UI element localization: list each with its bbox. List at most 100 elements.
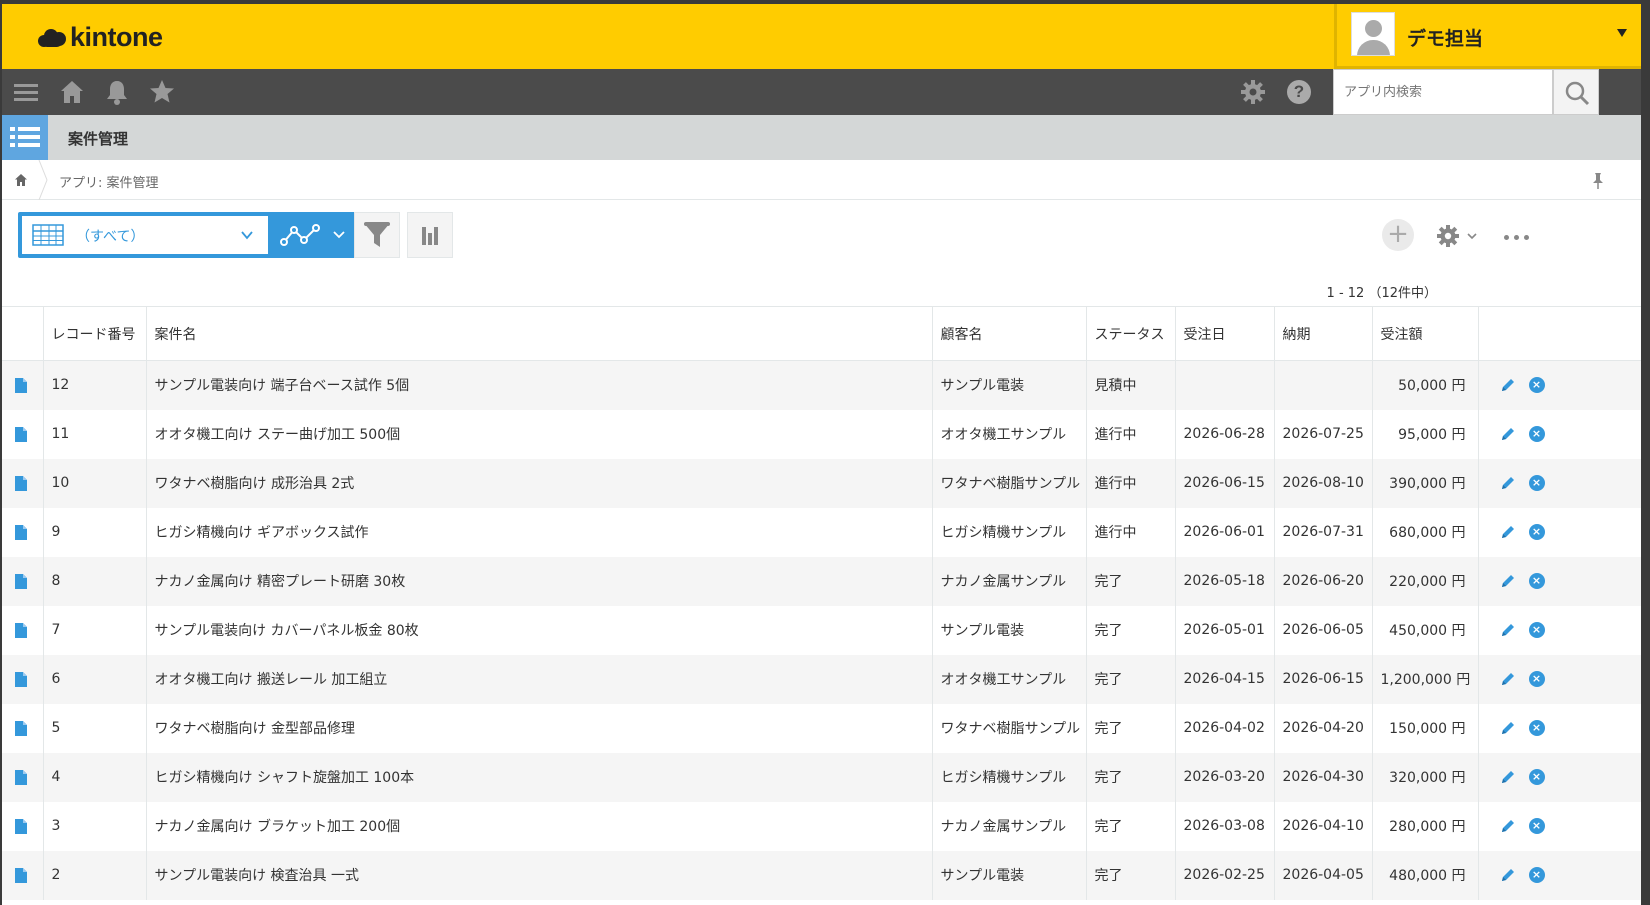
cell-status: 完了 <box>1086 605 1176 655</box>
records-table: レコード番号 案件名 顧客名 ステータス 受注日 納期 受注額 12 サンプル電装… <box>2 306 1641 900</box>
cell-amount: 220,000 円 <box>1372 556 1479 606</box>
avatar <box>1351 12 1395 56</box>
record-detail-link[interactable] <box>2 654 44 704</box>
cell-order-date: 2026-02-25 <box>1175 850 1275 900</box>
close-circle-icon[interactable]: × <box>1528 867 1545 883</box>
chart-button[interactable] <box>407 212 453 258</box>
cell-id: 3 <box>43 801 147 851</box>
column-header[interactable]: 案件名 <box>146 306 933 361</box>
record-detail-link[interactable] <box>2 507 44 557</box>
document-icon <box>15 671 27 687</box>
table-row: 6 オオタ機工向け 搬送レール 加工組立 オオタ機工サンプル 完了 2026-04-15… <box>2 654 1641 704</box>
star-icon[interactable] <box>148 78 176 106</box>
row-actions: × <box>1478 360 1641 410</box>
column-header[interactable]: レコード番号 <box>43 306 147 361</box>
close-circle-icon[interactable]: × <box>1528 573 1545 589</box>
cell-name: サンプル電装向け カバーパネル板金 80枚 <box>146 605 933 655</box>
more-options-button[interactable] <box>1502 230 1532 244</box>
record-detail-link[interactable] <box>2 458 44 508</box>
search-button[interactable] <box>1553 69 1599 115</box>
bell-icon[interactable] <box>103 78 131 106</box>
pencil-icon[interactable] <box>1499 719 1517 737</box>
row-actions: × <box>1478 409 1641 459</box>
cell-due: 2026-04-05 <box>1274 850 1373 900</box>
column-header[interactable]: ステータス <box>1086 306 1176 361</box>
app-search-input[interactable] <box>1333 69 1553 115</box>
home-icon[interactable] <box>14 173 28 187</box>
close-circle-icon[interactable]: × <box>1528 377 1545 394</box>
document-icon <box>15 818 27 834</box>
cell-order-date: 2026-06-01 <box>1175 507 1275 557</box>
user-menu[interactable]: デモ担当 <box>1334 4 1641 69</box>
cell-status: 完了 <box>1086 801 1176 851</box>
close-circle-icon[interactable]: × <box>1528 475 1545 491</box>
cell-customer: サンプル電装 <box>932 360 1087 410</box>
close-circle-icon[interactable]: × <box>1528 622 1545 638</box>
cell-status: 進行中 <box>1086 458 1176 508</box>
cell-order-date: 2026-03-20 <box>1175 752 1275 802</box>
pencil-icon[interactable] <box>1499 572 1517 590</box>
graph-menu-button[interactable] <box>272 216 356 254</box>
column-header[interactable]: 受注日 <box>1175 306 1275 361</box>
record-detail-link[interactable] <box>2 360 44 410</box>
bar-chart-icon <box>422 227 438 245</box>
pencil-icon[interactable] <box>1499 523 1517 541</box>
breadcrumb-app-link[interactable]: アプリ: 案件管理 <box>59 172 159 191</box>
gear-icon[interactable] <box>1239 78 1267 106</box>
record-detail-link[interactable] <box>2 605 44 655</box>
pencil-icon[interactable] <box>1499 621 1517 639</box>
record-detail-link[interactable] <box>2 850 44 900</box>
column-header[interactable]: 顧客名 <box>932 306 1087 361</box>
cell-customer: ワタナベ樹脂サンプル <box>932 703 1087 753</box>
pencil-icon[interactable] <box>1499 817 1517 835</box>
pencil-icon[interactable] <box>1499 474 1517 492</box>
cell-id: 9 <box>43 507 147 557</box>
pencil-icon[interactable] <box>1499 768 1517 786</box>
close-circle-icon[interactable]: × <box>1528 524 1545 540</box>
row-actions: × <box>1478 458 1641 508</box>
kintone-window: kintone デモ担当 ? アプリ内検索 案件管理 アプリ: 案件管理 （すべ… <box>2 4 1641 905</box>
close-circle-icon[interactable]: × <box>1528 720 1545 736</box>
app-header: 案件管理 <box>2 115 1641 160</box>
view-select-dropdown[interactable]: （すべて） <box>22 216 268 254</box>
close-circle-icon[interactable]: × <box>1528 769 1545 785</box>
document-icon <box>15 475 27 491</box>
document-icon <box>15 377 27 393</box>
record-detail-link[interactable] <box>2 556 44 606</box>
record-detail-link[interactable] <box>2 703 44 753</box>
list-app-icon <box>2 115 48 160</box>
pencil-icon[interactable] <box>1499 376 1517 394</box>
cell-amount: 450,000 円 <box>1372 605 1479 655</box>
help-icon[interactable]: ? <box>1285 78 1313 106</box>
record-detail-link[interactable] <box>2 752 44 802</box>
pencil-icon[interactable] <box>1499 670 1517 688</box>
cell-status: 完了 <box>1086 850 1176 900</box>
column-header[interactable]: 受注額 <box>1372 306 1479 361</box>
filter-button[interactable] <box>354 212 400 258</box>
table-row: 2 サンプル電装向け 検査治具 一式 サンプル電装 完了 2026-02-25 2026-… <box>2 850 1641 900</box>
cell-name: ナカノ金属向け ブラケット加工 200個 <box>146 801 933 851</box>
add-record-button[interactable]: + <box>1382 219 1414 251</box>
record-detail-link[interactable] <box>2 409 44 459</box>
record-detail-link[interactable] <box>2 801 44 851</box>
pencil-icon[interactable] <box>1499 425 1517 443</box>
close-circle-icon[interactable]: × <box>1528 818 1545 834</box>
pin-icon[interactable] <box>1591 172 1605 190</box>
cell-amount: 1,200,000 円 <box>1372 654 1479 704</box>
menu-icon[interactable] <box>12 78 40 106</box>
cell-amount: 320,000 円 <box>1372 752 1479 802</box>
close-circle-icon[interactable]: × <box>1528 426 1545 442</box>
column-header[interactable]: 納期 <box>1274 306 1373 361</box>
cell-customer: オオタ機工サンプル <box>932 654 1087 704</box>
home-icon[interactable] <box>58 78 86 106</box>
cell-amount: 50,000 円 <box>1372 360 1479 410</box>
row-actions: × <box>1478 801 1641 851</box>
pencil-icon[interactable] <box>1499 866 1517 884</box>
kintone-logo[interactable]: kintone <box>36 22 163 53</box>
breadcrumb: アプリ: 案件管理 <box>2 160 1641 200</box>
close-circle-icon[interactable]: × <box>1528 671 1545 687</box>
breadcrumb-separator <box>38 160 48 200</box>
app-settings-button[interactable] <box>1434 222 1484 250</box>
filter-icon <box>364 222 390 247</box>
cell-due: 2026-04-30 <box>1274 752 1373 802</box>
